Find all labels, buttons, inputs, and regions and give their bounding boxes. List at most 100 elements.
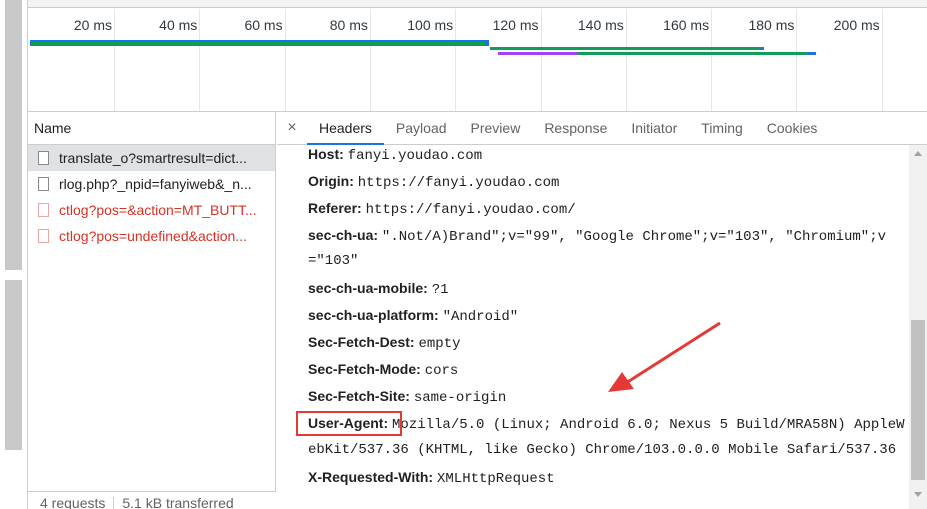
tab-preview[interactable]: Preview xyxy=(459,112,533,145)
header-row-sec-ch-ua-mobile: sec-ch-ua-mobile: ?1 xyxy=(308,280,449,298)
tab-payload[interactable]: Payload xyxy=(384,112,459,145)
timeline-tick-label: 120 ms xyxy=(492,17,539,33)
header-name: Sec-Fetch-Dest: xyxy=(308,334,415,350)
header-name: Sec-Fetch-Mode: xyxy=(308,361,421,377)
request-name: translate_o?smartresult=dict... xyxy=(59,150,247,166)
request-name: ctlog?pos=&action=MT_BUTT... xyxy=(59,202,257,218)
header-value[interactable]: ".Not/A)Brand";v="99", "Google Chrome";v… xyxy=(382,229,886,245)
header-name: Sec-Fetch-Site: xyxy=(308,388,410,404)
request-row[interactable]: ctlog?pos=&action=MT_BUTT... xyxy=(28,197,275,223)
timeline-gridline xyxy=(881,9,883,112)
header-value[interactable]: https://fanyi.youdao.com xyxy=(358,175,560,191)
timeline-gridline xyxy=(625,9,627,112)
header-value[interactable]: https://fanyi.youdao.com/ xyxy=(366,202,576,218)
request-name: ctlog?pos=undefined&action... xyxy=(59,228,247,244)
timeline-gridline xyxy=(540,9,542,112)
timeline-tick-label: 180 ms xyxy=(748,17,795,33)
request-row[interactable]: translate_o?smartresult=dict... xyxy=(28,145,275,171)
header-row-referer: Referer: https://fanyi.youdao.com/ xyxy=(308,200,576,218)
waterfall-bar[interactable] xyxy=(32,42,486,45)
close-icon[interactable]: × xyxy=(277,119,307,137)
name-column-header[interactable]: Name xyxy=(28,112,275,145)
header-row-host: Host: fanyi.youdao.com xyxy=(308,146,482,164)
header-value[interactable]: empty xyxy=(418,336,460,352)
header-name: sec-ch-ua-mobile: xyxy=(308,280,428,296)
header-name: Referer: xyxy=(308,200,362,216)
header-row-origin: Origin: https://fanyi.youdao.com xyxy=(308,173,559,191)
header-value[interactable]: Mozilla/5.0 (Linux; Android 6.0; Nexus 5… xyxy=(392,417,904,433)
request-count: 4 requests xyxy=(40,495,106,509)
header-name: sec-ch-ua: xyxy=(308,227,379,243)
gutter-bar xyxy=(5,280,22,450)
header-name: Origin: xyxy=(308,173,354,189)
timeline-tick-label: 140 ms xyxy=(577,17,624,33)
scroll-down-icon[interactable] xyxy=(914,492,922,497)
header-value[interactable]: ?1 xyxy=(432,282,449,298)
header-row-sec-fetch-site: Sec-Fetch-Site: same-origin xyxy=(308,388,506,406)
tab-initiator[interactable]: Initiator xyxy=(619,112,689,145)
file-icon xyxy=(38,177,49,191)
details-tabs: × Headers Payload Preview Response Initiator… xyxy=(277,112,927,145)
vertical-scrollbar[interactable] xyxy=(909,145,927,509)
timeline-gridline xyxy=(455,9,457,112)
waterfall-bar[interactable] xyxy=(578,52,808,55)
waterfall-bar[interactable] xyxy=(498,52,578,55)
timeline-tick-label: 40 ms xyxy=(159,17,198,33)
scrollbar-thumb[interactable] xyxy=(911,320,925,480)
waterfall-bar[interactable] xyxy=(808,52,816,55)
request-name: rlog.php?_npid=fanyiweb&_n... xyxy=(59,176,252,192)
overview-toolbar xyxy=(28,0,927,8)
gutter-bar xyxy=(5,0,22,270)
timeline-ticks: 20 ms 40 ms 60 ms 80 ms 100 ms 120 ms 140 ms 16… xyxy=(28,9,927,112)
request-details-panel: × Headers Payload Preview Response Initiator… xyxy=(277,112,927,509)
timeline-tick-label: 60 ms xyxy=(244,17,283,33)
timeline-gridline xyxy=(199,9,201,112)
tab-cookies[interactable]: Cookies xyxy=(755,112,830,145)
timeline-tick-label: 200 ms xyxy=(833,17,880,33)
header-value[interactable]: fanyi.youdao.com xyxy=(348,148,482,164)
waterfall-bar[interactable] xyxy=(760,47,764,50)
transferred-size: 5.1 kB transferred xyxy=(122,495,234,509)
header-name: sec-ch-ua-platform: xyxy=(308,307,439,323)
file-icon xyxy=(38,229,49,243)
timeline-tick-label: 20 ms xyxy=(73,17,112,33)
divider xyxy=(113,497,115,509)
header-value[interactable]: XMLHttpRequest xyxy=(437,471,555,487)
request-row[interactable]: rlog.php?_npid=fanyiweb&_n... xyxy=(28,171,275,197)
left-gutter xyxy=(0,0,27,509)
timeline-gridline xyxy=(114,9,115,112)
header-value[interactable]: "Android" xyxy=(443,309,519,325)
header-name: X-Requested-With: xyxy=(308,469,434,485)
request-list-panel: Name translate_o?smartresult=dict...rlog… xyxy=(28,112,276,509)
header-value[interactable]: cors xyxy=(425,363,459,379)
timeline-gridline xyxy=(796,9,798,112)
header-row-sec-fetch-dest: Sec-Fetch-Dest: empty xyxy=(308,334,461,352)
request-row[interactable]: ctlog?pos=undefined&action... xyxy=(28,223,275,249)
header-value-continued[interactable]: ="103" xyxy=(308,253,358,269)
timeline-tick-label: 80 ms xyxy=(329,17,368,33)
tab-headers[interactable]: Headers xyxy=(307,112,384,145)
timeline-tick-label: 160 ms xyxy=(663,17,710,33)
waterfall-bar[interactable] xyxy=(490,47,760,50)
timeline-gridline xyxy=(284,9,286,112)
timeline-gridline xyxy=(369,9,371,112)
header-row-sec-ch-ua: sec-ch-ua: ".Not/A)Brand";v="99", "Googl… xyxy=(308,227,886,245)
scroll-up-icon[interactable] xyxy=(914,151,922,156)
header-row-sec-ch-ua-platform: sec-ch-ua-platform: "Android" xyxy=(308,307,518,325)
tab-response[interactable]: Response xyxy=(532,112,619,145)
header-value[interactable]: same-origin xyxy=(414,390,506,406)
header-row-x-requested-with: X-Requested-With: XMLHttpRequest xyxy=(308,469,555,487)
timeline-gridline xyxy=(711,9,713,112)
network-status-bar: 4 requests 5.1 kB transferred xyxy=(28,491,276,509)
annotation-highlight-box xyxy=(296,411,402,436)
header-value-continued[interactable]: ebKit/537.36 (KHTML, like Gecko) Chrome/… xyxy=(308,442,896,458)
header-name: Host: xyxy=(308,146,344,162)
file-icon xyxy=(38,151,49,165)
header-row-sec-fetch-mode: Sec-Fetch-Mode: cors xyxy=(308,361,458,379)
tab-timing[interactable]: Timing xyxy=(689,112,755,145)
network-overview[interactable]: 20 ms 40 ms 60 ms 80 ms 100 ms 120 ms 140 ms 16… xyxy=(28,0,927,112)
file-icon xyxy=(38,203,49,217)
request-list: translate_o?smartresult=dict... rlog.php?… xyxy=(28,145,275,249)
request-headers-list: Host: fanyi.youdao.com Origin: https://f… xyxy=(277,145,909,509)
timeline-tick-label: 100 ms xyxy=(407,17,454,33)
